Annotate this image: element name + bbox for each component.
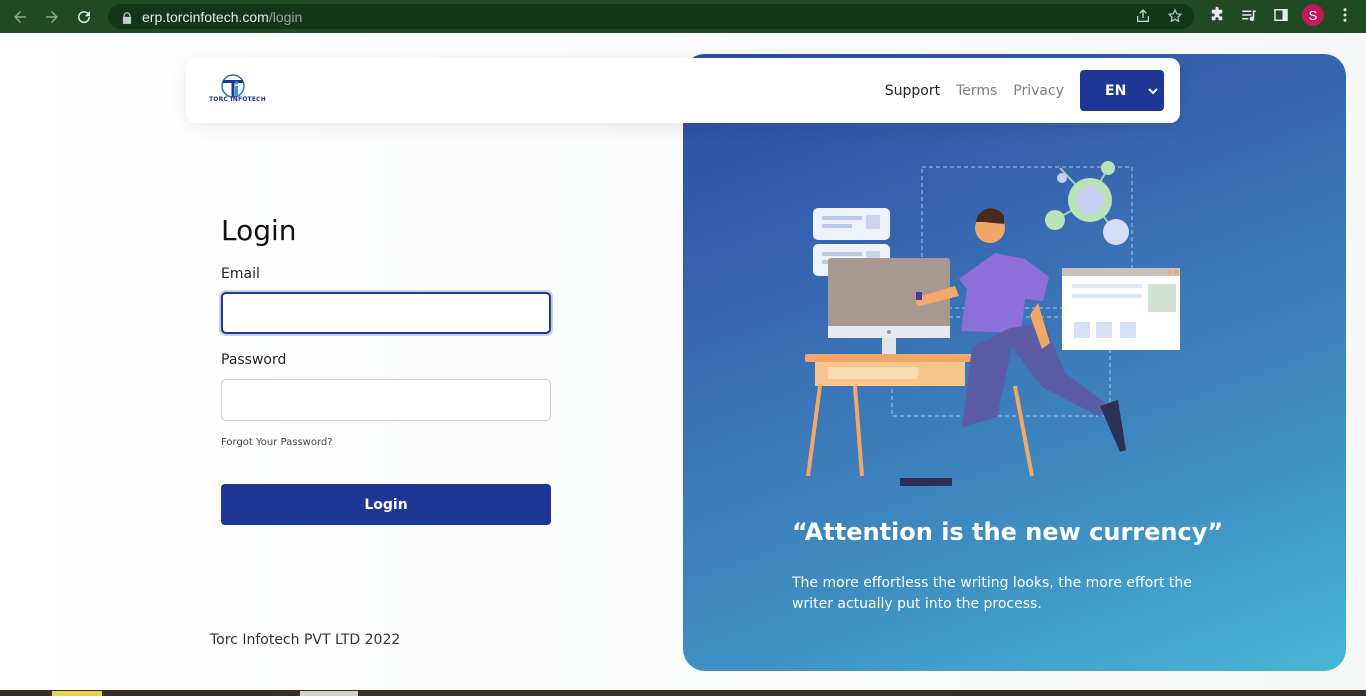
url-text[interactable]: erp.torcinfotech.com/login	[142, 9, 302, 25]
side-panel-icon[interactable]	[1270, 4, 1292, 26]
share-icon[interactable]	[1134, 7, 1152, 25]
lock-icon[interactable]	[120, 10, 134, 24]
nav-support-link[interactable]: Support	[885, 83, 940, 99]
footer-copyright: Torc Infotech PVT LTD 2022	[210, 632, 401, 648]
top-navbar: TORC INFOTECH Support Terms Privacy EN	[186, 58, 1180, 123]
logo-text: TORC INFOTECH	[209, 96, 266, 103]
login-title: Login	[221, 214, 297, 247]
media-icon[interactable]	[1238, 4, 1260, 26]
avatar[interactable]: S	[1302, 4, 1324, 26]
top-nav-links: Support Terms Privacy EN	[869, 70, 1164, 111]
profile-avatar[interactable]: S	[1302, 4, 1324, 26]
email-field[interactable]	[221, 292, 551, 334]
forward-icon[interactable]	[38, 3, 66, 31]
back-icon[interactable]	[6, 3, 34, 31]
menu-icon[interactable]	[1334, 4, 1356, 26]
chevron-down-icon	[1148, 84, 1158, 95]
language-select[interactable]: EN	[1080, 70, 1164, 111]
nav-privacy-link[interactable]: Privacy	[1013, 83, 1064, 99]
taskbar-strip	[0, 690, 1366, 696]
page: TORC INFOTECH Support Terms Privacy EN L…	[0, 33, 1366, 690]
nav-terms-link[interactable]: Terms	[956, 83, 997, 99]
hero-illustration	[805, 161, 1180, 486]
taskbar-item[interactable]	[52, 691, 102, 696]
hero-quote: “Attention is the new currency”	[792, 518, 1224, 546]
language-value: EN	[1105, 82, 1127, 99]
password-field[interactable]	[221, 379, 551, 421]
login-button[interactable]: Login	[221, 484, 551, 525]
reload-icon[interactable]	[70, 3, 98, 31]
hero-subtext: The more effortless the writing looks, t…	[792, 575, 1192, 612]
star-icon[interactable]	[1166, 7, 1184, 25]
password-label: Password	[221, 352, 287, 368]
browser-toolbar: erp.torcinfotech.com/login S	[0, 0, 1366, 33]
extensions-icon[interactable]	[1206, 4, 1228, 26]
taskbar-item[interactable]	[300, 691, 358, 696]
email-label: Email	[221, 266, 260, 282]
forgot-password-link[interactable]: Forgot Your Password?	[221, 437, 333, 448]
address-bar[interactable]: erp.torcinfotech.com/login	[108, 4, 1194, 29]
